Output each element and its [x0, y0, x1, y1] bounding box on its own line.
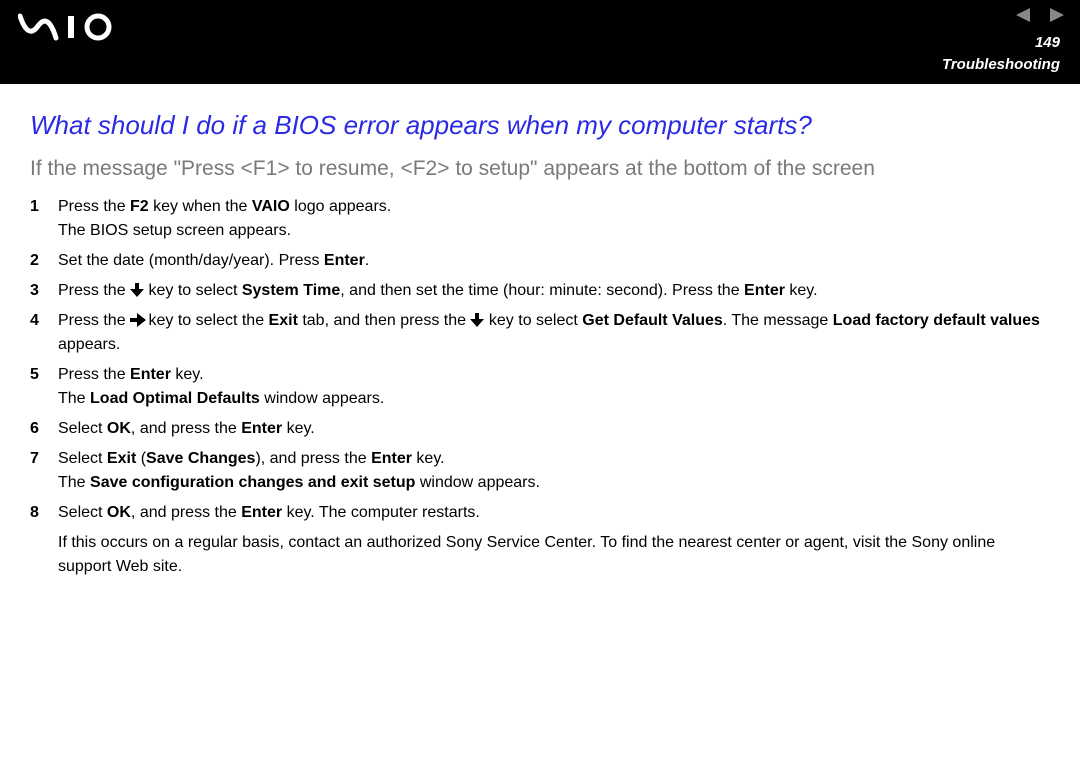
step-body: Set the date (month/day/year). Press Ent… [58, 249, 1050, 273]
text: ( [136, 450, 146, 467]
text: appears. [58, 336, 120, 353]
arrow-down-icon [470, 311, 484, 325]
steps-list: 1 Press the F2 key when the VAIO logo ap… [30, 195, 1050, 525]
step-body: Press the key to select System Time, and… [58, 279, 1050, 303]
text-load-factory: Load factory default values [833, 312, 1040, 329]
step-number: 1 [30, 195, 58, 219]
page-heading: What should I do if a BIOS error appears… [30, 110, 1050, 141]
step-body: Press the Enter key. The Load Optimal De… [58, 363, 1050, 411]
text: . [365, 252, 369, 269]
text: key. [412, 450, 445, 467]
section-label: Troubleshooting [942, 56, 1060, 73]
text: Select [58, 420, 107, 437]
text-load-optimal-defaults: Load Optimal Defaults [90, 390, 260, 407]
key-enter: Enter [324, 252, 365, 269]
text-ok: OK [107, 420, 131, 437]
step-body: Select Exit (Save Changes), and press th… [58, 447, 1050, 495]
text-vaio: VAIO [252, 198, 290, 215]
step-body: Press the F2 key when the VAIO logo appe… [58, 195, 1050, 243]
text: The [58, 390, 90, 407]
step-8: 8 Select OK, and press the Enter key. Th… [30, 501, 1050, 525]
nav-arrows [1016, 8, 1064, 27]
text: Press the [58, 282, 130, 299]
key-enter: Enter [371, 450, 412, 467]
text: The [58, 474, 90, 491]
text: Select [58, 504, 107, 521]
arrow-down-icon [130, 281, 144, 295]
text-exit: Exit [107, 450, 136, 467]
text: The BIOS setup screen appears. [58, 219, 1050, 243]
text: Set the date (month/day/year). Press [58, 252, 324, 269]
text-save-changes: Save Changes [146, 450, 255, 467]
key-enter: Enter [744, 282, 785, 299]
step-number: 2 [30, 249, 58, 273]
step-number: 8 [30, 501, 58, 525]
text: key. [171, 366, 204, 383]
step-number: 6 [30, 417, 58, 441]
text: key to select [484, 312, 582, 329]
key-enter: Enter [130, 366, 171, 383]
key-enter: Enter [241, 420, 282, 437]
text-get-default-values: Get Default Values [582, 312, 723, 329]
text: key when the [149, 198, 252, 215]
text: logo appears. [290, 198, 391, 215]
page-subheading: If the message "Press <F1> to resume, <F… [30, 157, 1050, 181]
content-area: What should I do if a BIOS error appears… [0, 84, 1080, 579]
step-number: 3 [30, 279, 58, 303]
header-bar: 149 Troubleshooting [0, 0, 1080, 84]
text-exit: Exit [269, 312, 298, 329]
text-save-config: Save configuration changes and exit setu… [90, 474, 415, 491]
step-body: Press the key to select the Exit tab, an… [58, 309, 1050, 357]
prev-page-arrow-icon[interactable] [1016, 8, 1034, 27]
text: window appears. [415, 474, 540, 491]
text: . The message [723, 312, 833, 329]
key-enter: Enter [241, 504, 282, 521]
text: key. [785, 282, 818, 299]
text: ), and press the [255, 450, 371, 467]
text: key. [282, 420, 315, 437]
text-system-time: System Time [242, 282, 340, 299]
text: Press the [58, 366, 130, 383]
step-body: Select OK, and press the Enter key. [58, 417, 1050, 441]
step-2: 2 Set the date (month/day/year). Press E… [30, 249, 1050, 273]
step-number: 7 [30, 447, 58, 471]
step-1: 1 Press the F2 key when the VAIO logo ap… [30, 195, 1050, 243]
key-f2: F2 [130, 198, 149, 215]
step-number: 4 [30, 309, 58, 333]
next-page-arrow-icon[interactable] [1046, 8, 1064, 27]
text: Press the [58, 198, 130, 215]
text: , and press the [131, 504, 241, 521]
page-number: 149 [1035, 34, 1060, 51]
text: tab, and then press the [298, 312, 471, 329]
text: key. The computer restarts. [282, 504, 480, 521]
text: key to select [144, 282, 242, 299]
step-4: 4 Press the key to select the Exit tab, … [30, 309, 1050, 357]
text: window appears. [260, 390, 385, 407]
step-7: 7 Select Exit (Save Changes), and press … [30, 447, 1050, 495]
step-3: 3 Press the key to select System Time, a… [30, 279, 1050, 303]
text: Press the [58, 312, 130, 329]
step-body: Select OK, and press the Enter key. The … [58, 501, 1050, 525]
text: Select [58, 450, 107, 467]
footnote-text: If this occurs on a regular basis, conta… [30, 531, 1050, 579]
text-ok: OK [107, 504, 131, 521]
step-6: 6 Select OK, and press the Enter key. [30, 417, 1050, 441]
text: , and press the [131, 420, 241, 437]
text: , and then set the time (hour: minute: s… [340, 282, 744, 299]
arrow-right-icon [130, 311, 144, 325]
step-number: 5 [30, 363, 58, 387]
step-5: 5 Press the Enter key. The Load Optimal … [30, 363, 1050, 411]
vaio-logo [18, 12, 130, 47]
text: key to select the [144, 312, 269, 329]
